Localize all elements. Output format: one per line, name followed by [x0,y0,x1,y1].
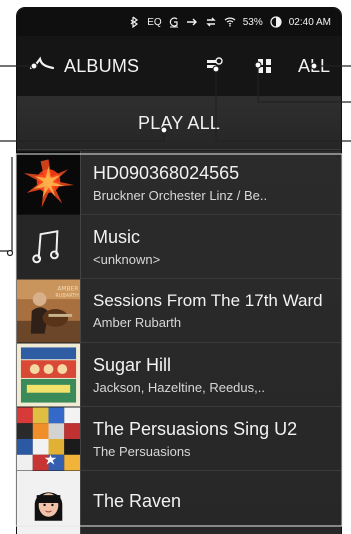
album-subtitle-1: Bruckner Orchester Linz / Be.. [93,187,268,203]
back-icon [29,56,55,70]
album-subtitle-4: Jackson, Hazeltine, Reedus,.. [93,379,265,395]
album-title-3: Sessions From The 17th Ward [93,291,323,310]
album-art-1 [17,151,81,215]
svg-text:AMBER: AMBER [57,286,78,292]
arrow-right-icon [186,17,198,27]
album-art-3: AMBER RUBARTH [17,278,81,343]
album-subtitle-2: <unknown> [93,251,161,267]
clock-time: 02:40 AM [288,16,331,28]
album-subtitle-5: The Persuasions [93,443,191,459]
screen-canvas: EQ 53% 02:40 AM ALBUMS ALL PLAY ALL HD09… [0,0,351,534]
album-meta-4: Sugar Hill Jackson, Hazeltine, Reedus,.. [81,355,275,395]
sort-filter-button[interactable]: ALL [298,56,330,76]
back-button[interactable] [29,56,55,74]
album-row-5[interactable]: The Persuasions Sing U2 The Persuasions [17,406,341,471]
album-meta-3: Sessions From The 17th Ward Amber Rubart… [81,292,333,330]
album-meta-5: The Persuasions Sing U2 The Persuasions [81,419,307,459]
album-row-1[interactable]: HD090368024565 Bruckner Orchester Linz /… [17,151,341,215]
album-art-6 [17,471,81,534]
status-bar: EQ 53% 02:40 AM [17,8,341,36]
album-row-6[interactable]: The Raven [17,471,341,534]
bluetooth-icon [130,16,140,28]
eq-label: EQ [147,16,162,28]
wifi-icon [224,17,236,27]
mosaic-cover-icon [17,407,80,470]
grid-view-button[interactable] [255,56,275,76]
half-circle-icon [270,16,282,28]
album-subtitle-3: Amber Rubarth [93,314,182,330]
album-row-2[interactable]: Music <unknown> [17,214,341,279]
grid-icon [258,59,271,73]
repeat-icon [205,17,217,27]
album-title-6: The Raven [93,490,182,511]
g-icon [169,16,179,28]
guitarist-cover-icon: AMBER RUBARTH [17,279,80,342]
play-all-bar[interactable]: PLAY ALL [17,97,341,150]
album-title-1: HD090368024565 [93,162,240,183]
page-title: ALBUMS [64,56,140,76]
starburst-cover-icon [17,151,80,214]
album-row-3[interactable]: AMBER RUBARTH Sessions From The 17th War… [17,278,341,343]
album-title-5: The Persuasions Sing U2 [93,418,298,439]
album-art-5 [17,406,81,471]
svg-text:RUBARTH: RUBARTH [55,293,79,299]
album-list[interactable]: HD090368024565 Bruckner Orchester Linz /… [17,151,341,534]
album-art-4 [17,342,81,407]
player-screen: EQ 53% 02:40 AM ALBUMS ALL PLAY ALL HD09… [17,8,341,534]
album-meta-2: Music <unknown> [81,227,170,267]
raven-cover-icon [17,471,80,534]
music-note-icon [17,215,80,278]
play-all-label: PLAY ALL [137,112,220,133]
album-meta-1: HD090368024565 Bruckner Orchester Linz /… [81,163,277,203]
view-toggle-icon [207,57,223,68]
album-title-4: Sugar Hill [93,354,172,375]
album-title-2: Music [93,226,141,247]
sugar-hill-cover-icon [17,343,80,406]
battery-percent: 53% [242,16,263,28]
albums-toolbar: ALBUMS ALL [17,36,341,97]
album-row-4[interactable]: Sugar Hill Jackson, Hazeltine, Reedus,.. [17,342,341,407]
album-meta-6: The Raven [81,491,191,516]
album-art-2 [17,214,81,279]
view-toggle-button[interactable] [205,56,225,76]
